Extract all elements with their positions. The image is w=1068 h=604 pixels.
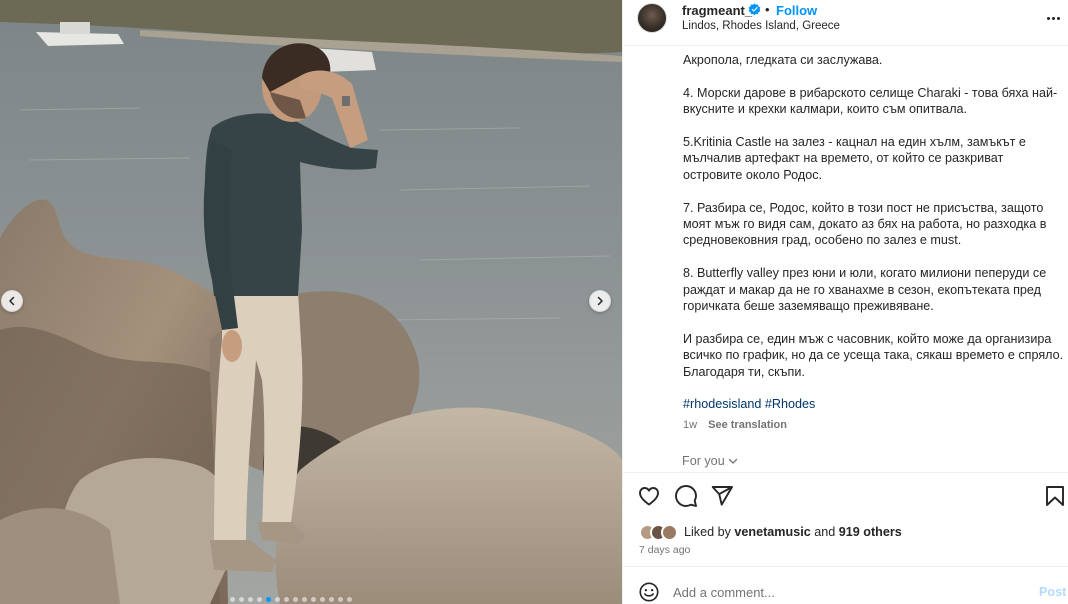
comment-button[interactable] xyxy=(674,484,698,508)
liker-avatars[interactable] xyxy=(639,523,678,541)
caption-time[interactable]: 1w xyxy=(683,419,697,431)
likes-connector: and xyxy=(810,525,839,539)
likes-count-link[interactable]: 919 others xyxy=(839,525,902,539)
carousel-dot xyxy=(347,597,352,602)
carousel-dot xyxy=(338,597,343,602)
verified-badge-icon xyxy=(748,3,761,16)
like-button[interactable] xyxy=(637,484,661,508)
carousel-dot xyxy=(248,597,253,602)
carousel-dot xyxy=(239,597,244,602)
likes-text: Liked by venetamusic and 919 others xyxy=(684,525,902,539)
username[interactable]: fragmeant_ xyxy=(682,3,752,18)
carousel-dot xyxy=(320,597,325,602)
follow-button[interactable]: Follow xyxy=(776,3,817,18)
post-comment-button[interactable]: Post xyxy=(1039,585,1066,599)
caption-paragraph: И разбира се, един мъж с часовник, който… xyxy=(683,331,1064,379)
for-you-dropdown[interactable]: For you xyxy=(682,454,738,468)
carousel-dot xyxy=(266,597,271,602)
post-timestamp[interactable]: 7 days ago xyxy=(639,544,690,556)
likes-summary: Liked by venetamusic and 919 others xyxy=(639,522,902,542)
heart-icon xyxy=(639,487,659,506)
carousel-dot xyxy=(329,597,334,602)
share-button[interactable] xyxy=(710,484,734,508)
likes-prefix: Liked by xyxy=(684,525,735,539)
carousel-prev-button[interactable] xyxy=(1,290,23,312)
post-side-panel: fragmeant_ • Follow Lindos, Rhodes Islan… xyxy=(622,0,1068,604)
comment-bubble-icon xyxy=(675,485,697,507)
hashtag-link[interactable]: #rhodesisland xyxy=(683,397,761,411)
caption-paragraph: 5.Kritinia Castle на залез - кацнал на е… xyxy=(683,135,1026,182)
liker-username[interactable]: venetamusic xyxy=(734,525,810,539)
caption-paragraph: Акропола, гледката си заслужава. xyxy=(683,53,883,67)
carousel-dot xyxy=(257,597,262,602)
caption-paragraph: 4. Морски дарове в рибарското селище Cha… xyxy=(683,85,1058,117)
save-button[interactable] xyxy=(1043,484,1067,508)
post-caption: Акропола, гледката си заслужава. 4. Морс… xyxy=(683,52,1065,396)
photo-scene xyxy=(0,0,622,604)
more-options-icon[interactable] xyxy=(1045,10,1061,26)
carousel-dot xyxy=(284,597,289,602)
paper-plane-icon xyxy=(711,486,733,506)
carousel-dot xyxy=(302,597,307,602)
divider xyxy=(623,472,1068,473)
hashtag-row: #rhodesisland #Rhodes xyxy=(683,397,815,411)
caption-paragraph: 8. Butterfly valley през юни и юли, кога… xyxy=(683,266,1047,314)
caption-paragraph: 7. Разбира се, Родос, който в този пост … xyxy=(683,200,1047,248)
chevron-left-icon xyxy=(9,296,15,306)
divider xyxy=(623,566,1068,567)
carousel-dot xyxy=(293,597,298,602)
hashtag-link[interactable]: #Rhodes xyxy=(765,397,815,411)
carousel-indicator xyxy=(230,597,352,602)
location-link[interactable]: Lindos, Rhodes Island, Greece xyxy=(682,20,840,32)
bookmark-icon xyxy=(1046,486,1064,506)
caption-meta: 1w See translation xyxy=(683,419,787,431)
post-header: fragmeant_ • Follow Lindos, Rhodes Islan… xyxy=(623,0,1068,46)
carousel-next-button[interactable] xyxy=(589,290,611,312)
separator-dot: • xyxy=(765,2,770,17)
avatar xyxy=(661,523,678,541)
carousel-dot xyxy=(230,597,235,602)
carousel-dot xyxy=(311,597,316,602)
chevron-right-icon xyxy=(597,296,603,306)
for-you-label: For you xyxy=(682,454,725,468)
carousel-dot xyxy=(275,597,280,602)
comment-input[interactable] xyxy=(673,582,1003,602)
chevron-down-icon xyxy=(728,458,737,464)
see-translation-button[interactable]: See translation xyxy=(708,419,787,431)
post-photo[interactable] xyxy=(0,0,622,604)
emoji-smiley-icon[interactable] xyxy=(638,581,660,603)
avatar[interactable] xyxy=(637,3,667,33)
